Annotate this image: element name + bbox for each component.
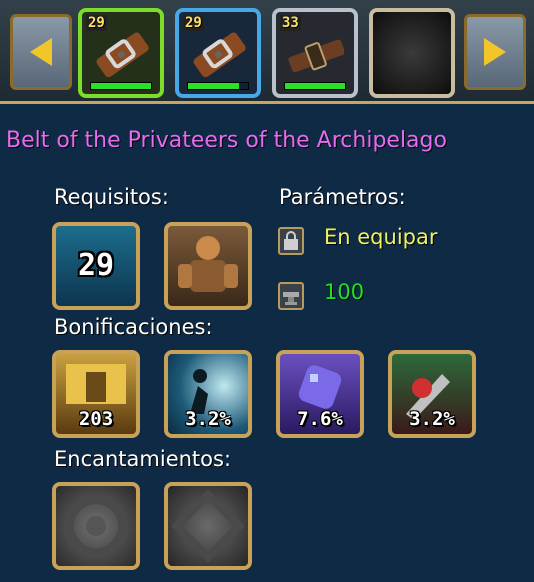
slot-level-badge: 29 xyxy=(183,15,204,31)
bonus-value: 7.6% xyxy=(297,408,343,430)
next-arrow-button[interactable] xyxy=(464,14,526,90)
level-requirement-badge: 29 xyxy=(52,222,140,310)
anvil-icon xyxy=(278,282,304,310)
enchantment-slot-1[interactable] xyxy=(52,482,140,570)
bonus-value: 3.2% xyxy=(409,408,455,430)
binding-text: En equipar xyxy=(324,225,438,249)
enchantment-slot-2[interactable] xyxy=(164,482,252,570)
class-requirement-icon xyxy=(164,222,252,310)
slot-level-badge: 29 xyxy=(86,15,107,31)
slot-progress-bar xyxy=(90,82,152,90)
bonus-armor[interactable]: 203 xyxy=(52,350,140,438)
item-slot-1[interactable]: 29 xyxy=(78,8,164,98)
bonus-value: 3.2% xyxy=(185,408,231,430)
item-slot-4-empty[interactable] xyxy=(369,8,455,98)
required-level-value: 29 xyxy=(77,248,115,283)
belt-icon xyxy=(288,39,344,73)
previous-arrow-button[interactable] xyxy=(10,14,72,90)
slot-progress-fill xyxy=(91,83,151,89)
enchantments-heading: Encantamientos: xyxy=(54,447,232,471)
bonus-dodge[interactable]: 3.2% xyxy=(164,350,252,438)
slot-progress-bar xyxy=(187,82,249,90)
arrow-left-icon xyxy=(30,38,52,66)
belt-icon xyxy=(96,32,149,78)
rune-socket-icon xyxy=(171,489,245,563)
slot-progress-fill xyxy=(285,83,345,89)
bonus-parry[interactable]: 3.2% xyxy=(388,350,476,438)
belt-icon xyxy=(193,32,246,78)
item-slot-3[interactable]: 33 xyxy=(272,8,358,98)
bonus-value: 203 xyxy=(78,408,114,430)
rune-socket-icon xyxy=(66,496,126,556)
arrow-right-icon xyxy=(484,38,506,66)
item-name: Belt of the Privateers of the Archipelag… xyxy=(6,128,447,153)
item-slot-2[interactable]: 29 xyxy=(175,8,261,98)
slot-progress-bar xyxy=(284,82,346,90)
bonuses-heading: Bonificaciones: xyxy=(54,315,213,339)
warrior-portrait-icon xyxy=(178,236,238,292)
slot-level-badge: 33 xyxy=(280,15,301,31)
slot-progress-fill xyxy=(188,83,239,89)
lock-icon xyxy=(278,227,304,255)
parameters-heading: Parámetros: xyxy=(279,185,406,209)
requirements-heading: Requisitos: xyxy=(54,185,169,209)
bonus-critical[interactable]: 7.6% xyxy=(276,350,364,438)
durability-value: 100 xyxy=(324,280,365,304)
item-navigation-bar: 29 29 33 xyxy=(0,0,534,104)
